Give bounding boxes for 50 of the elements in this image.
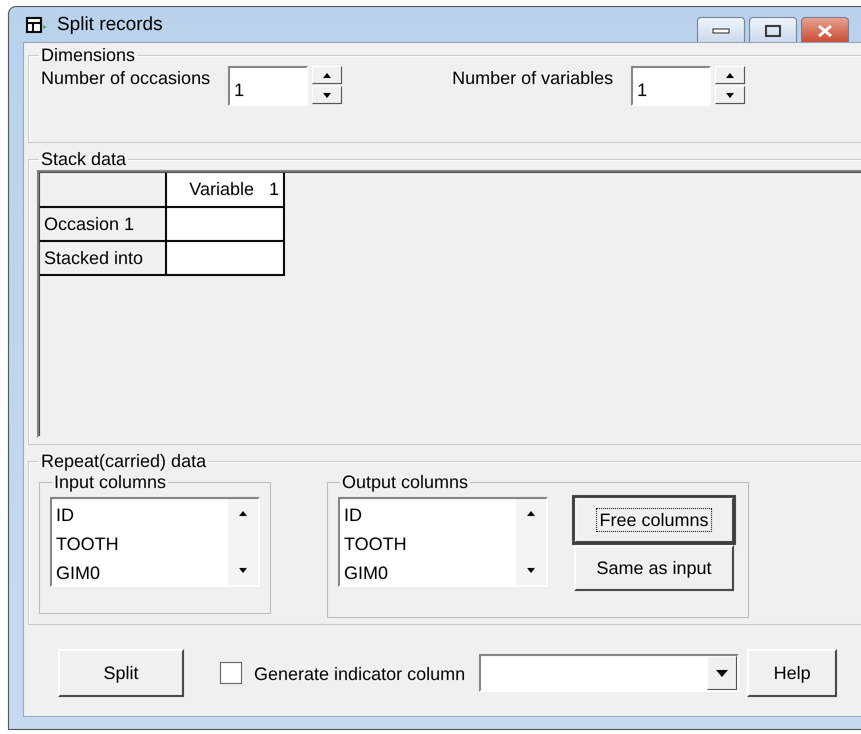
split-button[interactable]: Split	[58, 649, 184, 697]
up-arrow-icon	[726, 72, 734, 78]
action-button[interactable]: Free columns	[574, 497, 734, 543]
dropdown-button[interactable]	[707, 656, 738, 690]
dropdown-arrow-icon	[716, 670, 728, 676]
group-title: Dimensions	[40, 45, 136, 66]
close-icon	[817, 24, 833, 38]
indicator-dropdown[interactable]	[479, 654, 740, 692]
help-button[interactable]: Help	[747, 649, 838, 697]
app-icon	[25, 14, 49, 34]
row-header: Occasion 1	[40, 207, 166, 241]
field-label: Number of occasions	[41, 68, 210, 89]
grid-cell[interactable]	[166, 241, 284, 275]
number-field[interactable]: 1	[631, 66, 712, 106]
scroll-down-icon	[239, 568, 247, 573]
spin-up-button[interactable]	[715, 66, 746, 84]
list-item[interactable]: ID	[344, 501, 512, 530]
grid-cell[interactable]	[166, 207, 284, 241]
group-title: Repeat(carried) data	[40, 451, 208, 472]
indicator-checkbox[interactable]	[220, 662, 242, 684]
list-item[interactable]: TOOTH	[56, 530, 224, 559]
scroll-down-icon	[527, 568, 535, 573]
window-title: Split records	[57, 14, 163, 36]
row-header: Stacked into	[40, 241, 166, 275]
list-item[interactable]: GIM0	[56, 559, 224, 588]
checkbox-label: Generate indicator column	[254, 664, 466, 684]
columns-list[interactable]: ID TOOTH GIM0	[338, 497, 548, 587]
group-title: Stack data	[40, 149, 128, 170]
number-field[interactable]: 1	[228, 66, 308, 106]
minimize-icon	[712, 28, 730, 34]
scroll-up-icon	[527, 511, 535, 516]
maximize-icon	[765, 25, 781, 37]
spin-down-button[interactable]	[715, 86, 746, 104]
columns-list[interactable]: ID TOOTH GIM0	[50, 497, 260, 587]
down-arrow-icon	[726, 92, 734, 98]
group-title: Output columns	[341, 472, 470, 493]
list-item[interactable]: GIM0	[344, 559, 512, 588]
down-arrow-icon	[323, 92, 332, 98]
scrollbar[interactable]	[516, 499, 546, 585]
field-label: Number of variables	[452, 68, 614, 89]
scrollbar[interactable]	[228, 499, 258, 585]
up-arrow-icon	[323, 72, 332, 78]
spin-up-button[interactable]	[312, 66, 342, 84]
list-item[interactable]: ID	[56, 501, 224, 530]
scroll-up-icon	[239, 511, 247, 516]
action-button[interactable]: Same as input	[574, 545, 734, 591]
group-title: Input columns	[53, 472, 168, 493]
spin-down-button[interactable]	[312, 86, 342, 104]
column-header: Variable 1	[166, 173, 284, 207]
list-item[interactable]: TOOTH	[344, 530, 512, 559]
